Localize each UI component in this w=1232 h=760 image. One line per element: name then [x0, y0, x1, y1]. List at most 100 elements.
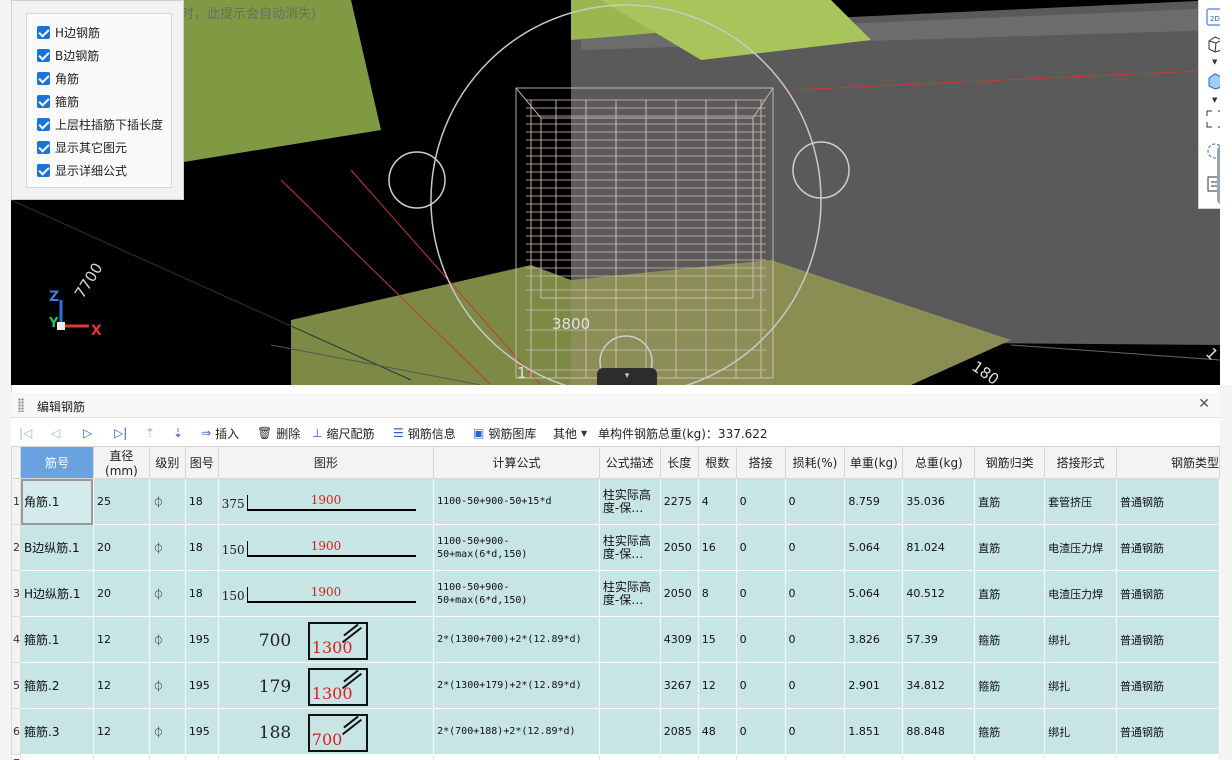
name-cell[interactable]: B边纵筋.1	[20, 524, 94, 571]
cat-cell[interactable]: 箍筋	[974, 616, 1046, 663]
empty-cell[interactable]	[784, 754, 846, 760]
empty-cell[interactable]	[844, 754, 904, 760]
lap-form-cell[interactable]: 电渣压力焊	[1044, 524, 1118, 571]
other-dropdown[interactable]: 其他 ▼	[553, 423, 591, 443]
column-header[interactable]: 损耗(%)	[784, 446, 846, 479]
desc-cell[interactable]: 柱实际高度-保…	[598, 524, 661, 571]
empty-cell[interactable]	[974, 754, 1046, 760]
len-cell[interactable]: 2050	[659, 570, 699, 617]
dia-cell[interactable]: 20	[92, 570, 150, 617]
name-cell[interactable]: 角筋.1	[20, 478, 94, 525]
count-cell[interactable]: 4	[697, 478, 737, 525]
total-cell[interactable]: 40.512	[902, 570, 976, 617]
type-cell[interactable]: 普通钢筋	[1116, 524, 1220, 571]
column-header[interactable]: 根数	[697, 446, 737, 479]
loss-cell[interactable]: 0	[784, 616, 846, 663]
empty-cell[interactable]	[697, 754, 737, 760]
fit-view-icon[interactable]	[1204, 108, 1220, 130]
empty-cell[interactable]	[902, 754, 976, 760]
3d-viewport[interactable]: Z Y X 7700 3800 1 180 1 时，此提示会自动消失) H边钢筋…	[11, 0, 1220, 385]
len-cell[interactable]: 2050	[659, 524, 699, 571]
total-cell[interactable]: 34.812	[902, 662, 976, 709]
name-cell[interactable]: 箍筋.1	[20, 616, 94, 663]
total-cell[interactable]: 57.39	[902, 616, 976, 663]
shape-cell[interactable]: 179 1300	[217, 662, 435, 709]
table-row[interactable]: 1 角筋.1 25 ⏀ 18 375 1900 1100-50+900-50+15*d 柱实际高…	[11, 478, 1220, 525]
total-cell[interactable]: 81.024	[902, 524, 976, 571]
formula-cell[interactable]: 2*(700+188)+2*(12.89*d)	[433, 708, 600, 755]
fig-cell[interactable]: 18	[184, 570, 219, 617]
lap-cell[interactable]: 0	[735, 524, 786, 571]
prev-record-button[interactable]: ◁	[51, 423, 64, 443]
empty-cell[interactable]	[92, 754, 150, 760]
empty-cell[interactable]	[1044, 754, 1118, 760]
column-header[interactable]: 级别	[148, 446, 186, 479]
desc-cell[interactable]	[598, 662, 661, 709]
loss-cell[interactable]: 0	[784, 570, 846, 617]
empty-cell[interactable]	[184, 754, 219, 760]
empty-cell[interactable]	[598, 754, 661, 760]
empty-cell[interactable]	[20, 754, 94, 760]
shape-cell[interactable]: 700 1300	[217, 616, 435, 663]
formula-cell[interactable]: 2*(1300+179)+2*(12.89*d)	[433, 662, 600, 709]
side-collapse-tab[interactable]	[1217, 145, 1220, 205]
drag-handle-icon[interactable]	[18, 398, 24, 412]
2d-view-icon[interactable]: 2D	[1204, 6, 1220, 28]
cat-cell[interactable]: 箍筋	[974, 662, 1046, 709]
fig-cell[interactable]: 195	[184, 616, 219, 663]
checkbox-b-rebar[interactable]: B边钢筋	[37, 45, 99, 65]
checkbox-insert-length[interactable]: 上层柱插筋下插长度	[37, 114, 163, 134]
last-record-button[interactable]: ▷|	[114, 423, 131, 443]
desc-cell[interactable]	[598, 708, 661, 755]
cat-cell[interactable]: 直筋	[974, 478, 1046, 525]
lap-cell[interactable]: 0	[735, 662, 786, 709]
count-cell[interactable]: 12	[697, 662, 737, 709]
table-row[interactable]: 3 H边纵筋.1 20 ⏀ 18 150 1900 1100-50+900-50+max(6*…	[11, 570, 1220, 617]
grade-cell[interactable]: ⏀	[148, 524, 186, 571]
checkbox-show-other[interactable]: 显示其它图元	[37, 137, 127, 157]
grade-cell[interactable]: ⏀	[148, 478, 186, 525]
column-header[interactable]: 图号	[184, 446, 219, 479]
lap-cell[interactable]: 0	[735, 570, 786, 617]
desc-cell[interactable]	[598, 616, 661, 663]
move-up-button[interactable]: ⇡	[145, 423, 159, 443]
checkbox-show-formula[interactable]: 显示详细公式	[37, 160, 127, 180]
len-cell[interactable]: 2085	[659, 708, 699, 755]
chevron-down-icon[interactable]: ▼	[1212, 58, 1217, 66]
type-cell[interactable]: 普通钢筋	[1116, 478, 1220, 525]
column-header[interactable]: 钢筋类型	[1116, 446, 1220, 479]
first-record-button[interactable]: |◁	[19, 423, 36, 443]
len-cell[interactable]: 2275	[659, 478, 699, 525]
column-header[interactable]: 单重(kg)	[844, 446, 904, 479]
lap-form-cell[interactable]: 套管挤压	[1044, 478, 1118, 525]
len-cell[interactable]: 4309	[659, 616, 699, 663]
delete-button[interactable]: 🗑 删除	[257, 423, 300, 443]
column-header[interactable]: 图形	[217, 446, 435, 479]
shape-cell[interactable]: 150 1900	[217, 524, 435, 571]
table-row[interactable]: 2 B边纵筋.1 20 ⏀ 18 150 1900 1100-50+900-50+max(6*…	[11, 524, 1220, 571]
column-header[interactable]: 搭接形式	[1044, 446, 1118, 479]
unit-cell[interactable]: 5.064	[844, 524, 904, 571]
type-cell[interactable]: 普通钢筋	[1116, 616, 1220, 663]
formula-cell[interactable]: 1100-50+900-50+15*d	[433, 478, 600, 525]
cat-cell[interactable]: 直筋	[974, 570, 1046, 617]
column-header[interactable]: 长度	[659, 446, 699, 479]
lap-form-cell[interactable]: 电渣压力焊	[1044, 570, 1118, 617]
column-header[interactable]: 筋号	[20, 446, 94, 479]
table-row[interactable]: 5 箍筋.2 12 ⏀ 195 179 1300 2*(1300+179)+2*(12.89*…	[11, 662, 1220, 709]
name-cell[interactable]: 箍筋.2	[20, 662, 94, 709]
dia-cell[interactable]: 12	[92, 708, 150, 755]
rebar-info-button[interactable]: ☰ 钢筋信息	[393, 423, 456, 443]
checkbox-h-rebar[interactable]: H边钢筋	[37, 22, 100, 42]
formula-cell[interactable]: 1100-50+900-50+max(6*d,150)	[433, 570, 600, 617]
fig-cell[interactable]: 195	[184, 662, 219, 709]
name-cell[interactable]: H边纵筋.1	[20, 570, 94, 617]
next-record-button[interactable]: ▷	[83, 423, 96, 443]
insert-button[interactable]: ⇒ 插入	[201, 423, 239, 443]
fig-cell[interactable]: 18	[184, 478, 219, 525]
dia-cell[interactable]: 25	[92, 478, 150, 525]
total-cell[interactable]: 88.848	[902, 708, 976, 755]
table-row[interactable]: 6 箍筋.3 12 ⏀ 195 188 700 2*(700+188)+2*(12.89*d)…	[11, 708, 1220, 755]
loss-cell[interactable]: 0	[784, 662, 846, 709]
unit-cell[interactable]: 5.064	[844, 570, 904, 617]
